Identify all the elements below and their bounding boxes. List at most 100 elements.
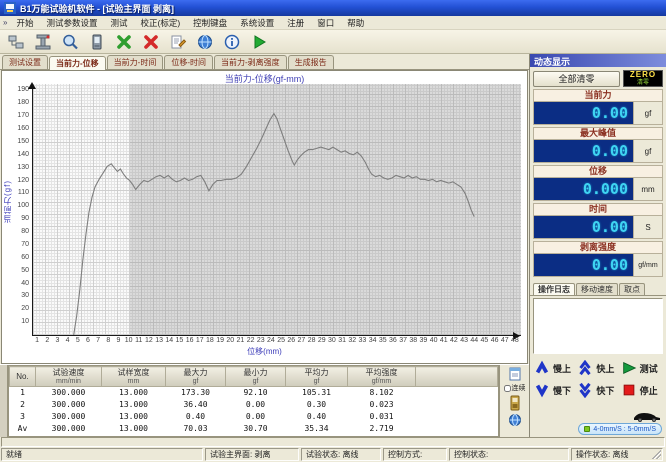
y-axis-tick: 150 (17, 138, 29, 146)
y-axis-tick: 30 (21, 292, 29, 300)
x-axis-tick: 47 (501, 337, 509, 344)
status-ready: 就绪 (1, 448, 203, 461)
table-row-average[interactable]: Av300.00013.00070.0330.7035.342.719 (10, 423, 498, 435)
window-title: B1万能试验机软件 - [试验主界面 剥离] (20, 2, 174, 15)
live-display-header: 动态显示 (530, 54, 666, 67)
col-no: No. (16, 372, 28, 381)
table-tools-strip: 连续 (499, 365, 529, 437)
zero-button-label: ZERO (630, 71, 656, 79)
connect-icon[interactable] (112, 31, 136, 52)
test-start-button[interactable]: 测试 (621, 360, 662, 376)
tab-test-setup[interactable]: 测试设置 (2, 55, 48, 69)
menu-test-params[interactable]: 测试参数设置 (40, 16, 103, 30)
display-unit: gf/mm (634, 254, 662, 276)
display-max-peak: 最大峰值 0.00 gf (533, 127, 663, 163)
title-bar: B1万能试验机软件 - [试验主界面 剥离] (0, 0, 666, 16)
fast-down-icon (577, 382, 593, 398)
y-axis-tick: 50 (21, 267, 29, 275)
display-unit: gf (634, 140, 662, 162)
tab-pick-points[interactable]: 取点 (619, 283, 645, 295)
slow-down-button[interactable]: 慢下 (534, 382, 575, 398)
tab-force-displacement[interactable]: 当前力-位移 (49, 56, 106, 70)
continuous-checkbox-box[interactable] (504, 385, 511, 392)
report-icon[interactable] (508, 367, 522, 381)
x-axis-tick: 5 (76, 337, 80, 344)
menu-window[interactable]: 窗口 (311, 16, 340, 30)
menu-register[interactable]: 注册 (281, 16, 310, 30)
handheld-icon[interactable] (508, 395, 522, 411)
menu-test[interactable]: 测试 (104, 16, 133, 30)
y-axis-tick: 130 (17, 164, 29, 172)
menu-calibration[interactable]: 校正(标定) (135, 16, 187, 30)
info-icon[interactable] (220, 31, 244, 52)
x-axis-tick: 4 (66, 337, 70, 344)
stop-button[interactable]: 停止 (621, 382, 662, 398)
x-axis-tick: 3 (55, 337, 59, 344)
chart-panel: 当前力-位移(gf-mm) 当前力(gf) 190180170160150140… (1, 70, 528, 364)
menu-overflow-icon[interactable]: » (3, 18, 7, 27)
y-axis-tick: 100 (17, 202, 29, 210)
clear-all-button[interactable]: 全部清零 (533, 71, 620, 87)
table-row[interactable]: 1300.00013.000173.3092.10105.318.102 (10, 387, 498, 400)
slow-up-button[interactable]: 慢上 (534, 360, 575, 376)
display-peel-strength: 剥离强度 0.00 gf/mm (533, 241, 663, 277)
x-axis-tick: 12 (145, 337, 153, 344)
y-axis-title: 当前力(gf) (2, 180, 13, 223)
x-axis-tick: 27 (297, 337, 305, 344)
results-table: No. 试验速度mm/min 试样宽度mm 最大力gf 最小力gf 平均力gf … (8, 365, 499, 437)
menu-control-keypad[interactable]: 控制键盘 (187, 16, 233, 30)
display-unit: mm (634, 178, 662, 200)
menu-system-settings[interactable]: 系统设置 (234, 16, 280, 30)
tab-force-time[interactable]: 当前力-时间 (107, 55, 164, 69)
display-time: 时间 0.00 S (533, 203, 663, 239)
x-axis-tick: 6 (86, 337, 90, 344)
x-axis-tick: 41 (440, 337, 448, 344)
y-axis-tick: 180 (17, 99, 29, 107)
menu-start[interactable]: 开始 (10, 16, 39, 30)
fast-up-icon (577, 360, 593, 376)
globe-icon[interactable] (193, 31, 217, 52)
continuous-label: 连续 (512, 383, 526, 393)
calibrate-icon[interactable] (166, 31, 190, 52)
slow-up-icon (534, 360, 550, 376)
start-test-icon[interactable] (247, 31, 271, 52)
display-label: 时间 (533, 203, 663, 215)
operation-log-list[interactable] (533, 298, 663, 354)
machine-icon[interactable] (31, 31, 55, 52)
zero-button-sub: 清零 (637, 79, 649, 87)
x-axis-tick: 31 (338, 337, 346, 344)
tab-move-speed[interactable]: 移动速度 (576, 283, 618, 295)
tab-operation-log[interactable]: 操作日志 (533, 283, 575, 295)
fast-down-button[interactable]: 快下 (577, 382, 618, 398)
status-bar: 就绪 试验主界面: 剥离 试验状态: 离线 控制方式: 控制状态: 操作状态: … (0, 447, 666, 462)
y-axis-tick: 90 (21, 215, 29, 223)
zoom-icon[interactable] (58, 31, 82, 52)
resize-grip[interactable] (652, 450, 661, 459)
y-axis-tick: 110 (18, 189, 29, 197)
zero-button[interactable]: ZERO 清零 (623, 70, 663, 87)
device-icon[interactable] (85, 31, 109, 52)
network-icon[interactable] (4, 31, 28, 52)
x-axis-tick: 44 (470, 337, 478, 344)
status-control-mode: 控制方式: (383, 448, 447, 461)
y-axis-tick: 40 (21, 280, 29, 288)
speed-status-icon (584, 426, 590, 432)
y-axis-tick: 70 (21, 241, 29, 249)
fast-up-button[interactable]: 快上 (577, 360, 618, 376)
disconnect-icon[interactable] (139, 31, 163, 52)
tab-force-peel-strength[interactable]: 当前力-剥离强度 (214, 55, 287, 69)
jog-controls: 慢上 快上 测试 慢下 快下 停止 (530, 356, 666, 400)
table-row[interactable]: 2300.00013.00036.400.000.300.023 (10, 399, 498, 411)
stop-icon (621, 382, 637, 398)
globe-small-icon[interactable] (508, 413, 522, 427)
continuous-checkbox[interactable]: 连续 (504, 383, 526, 393)
x-axis-tick: 13 (155, 337, 163, 344)
tab-displacement-time[interactable]: 位移-时间 (164, 55, 213, 69)
table-row[interactable]: 3300.00013.0000.400.000.400.031 (10, 411, 498, 423)
y-axis-tick: 160 (17, 125, 29, 133)
menu-help[interactable]: 帮助 (341, 16, 370, 30)
jog-speed-pill[interactable]: 4-0mm/S : 5-0mm/S (578, 423, 662, 435)
x-axis-tick: 24 (267, 337, 275, 344)
y-axis-labels: 当前力(gf) 19018017016015014013012011010090… (2, 84, 32, 336)
tab-generate-report[interactable]: 生成报告 (288, 55, 334, 69)
